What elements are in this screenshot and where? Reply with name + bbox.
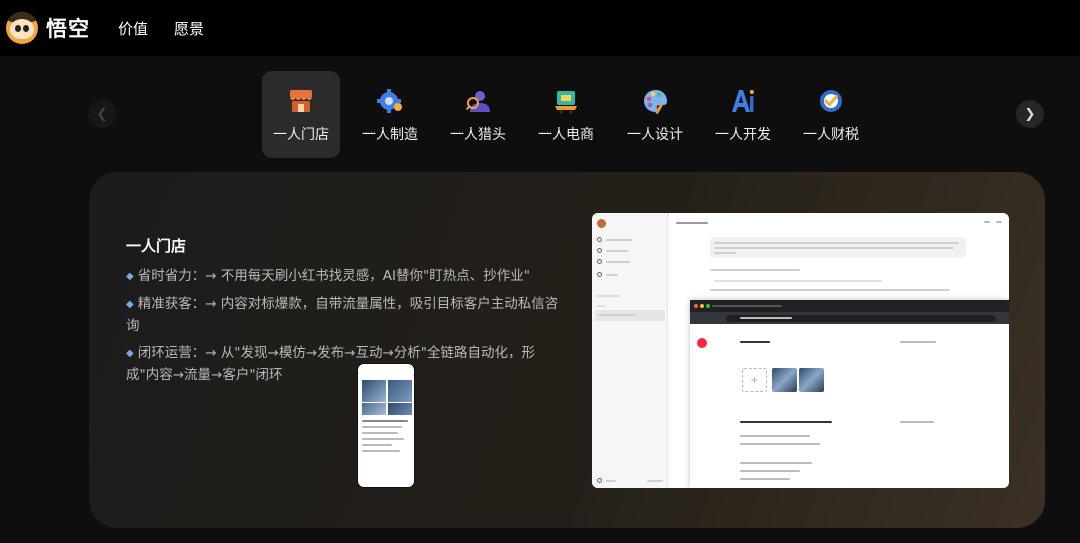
- tab-design[interactable]: 一人设计: [616, 71, 694, 158]
- tab-label: 一人开发: [715, 127, 771, 143]
- tab-development[interactable]: 一人开发: [704, 71, 782, 158]
- tab-label: 一人制造: [362, 127, 418, 143]
- mock-avatar: [597, 219, 606, 228]
- person-hunter-icon: [464, 87, 492, 115]
- detail-title: 一人门店: [126, 237, 187, 255]
- diamond-icon: ◆: [126, 348, 134, 359]
- tab-label: 一人设计: [627, 127, 683, 143]
- mock-phone-icon: [597, 259, 602, 264]
- shopping-cart-icon: [552, 87, 580, 115]
- chevron-right-icon[interactable]: ❯: [1016, 100, 1044, 128]
- bullet-text: 闭环运营：→ 从"发现→模仿→发布→互动→分析"全链路自动化，形成"内容→流量→…: [126, 345, 535, 383]
- chevron-left-icon[interactable]: ❮: [88, 100, 116, 128]
- mock-thumbnail: [799, 368, 824, 392]
- ai-icon: [729, 87, 757, 115]
- palette-icon: [641, 87, 669, 115]
- tab-finance-tax[interactable]: 一人财税: [792, 71, 870, 158]
- mock-phone-preview: [357, 363, 415, 488]
- mock-site-logo: [697, 338, 707, 348]
- nav-link-vision[interactable]: 愿景: [174, 18, 204, 39]
- bullet-text: 省时省力：→ 不用每天刷小红书找灵感，AI替你"盯热点、抄作业": [137, 268, 530, 284]
- nav-link-value[interactable]: 价值: [118, 18, 148, 39]
- tab-store[interactable]: 一人门店: [262, 71, 340, 158]
- mock-discover-icon: [597, 272, 602, 277]
- mock-clock-icon: [597, 248, 602, 253]
- detail-bullet: ◆ 省时省力：→ 不用每天刷小红书找灵感，AI替你"盯热点、抄作业": [126, 266, 566, 288]
- finance-check-icon: [817, 87, 845, 115]
- top-bar: 悟空 价值 愿景: [0, 0, 1080, 56]
- mock-settings-icon: [597, 478, 602, 483]
- tab-label: 一人猎头: [450, 127, 506, 143]
- mock-plus-icon: [597, 237, 602, 242]
- mock-add-image: +: [742, 368, 767, 392]
- detail-bullet: ◆ 闭环运营：→ 从"发现→模仿→发布→互动→分析"全链路自动化，形成"内容→流量…: [126, 343, 566, 386]
- diamond-icon: ◆: [126, 299, 134, 310]
- tab-label: 一人电商: [538, 127, 594, 143]
- bullet-text: 精准获客：→ 内容对标爆款，自带流量属性，吸引目标客户主动私信咨询: [126, 296, 559, 334]
- brand-name[interactable]: 悟空: [46, 13, 90, 43]
- tab-manufacture[interactable]: 一人制造: [351, 71, 429, 158]
- tab-label: 一人门店: [273, 127, 329, 143]
- gear-icon: [376, 87, 404, 115]
- mock-thumbnail: [772, 368, 797, 392]
- storefront-icon: [287, 87, 315, 115]
- tab-label: 一人财税: [803, 127, 859, 143]
- tab-headhunter[interactable]: 一人猎头: [439, 71, 517, 158]
- mock-sidebar: [592, 213, 668, 488]
- product-screenshot: +: [592, 213, 1009, 488]
- diamond-icon: ◆: [126, 271, 134, 282]
- detail-bullet: ◆ 精准获客：→ 内容对标爆款，自带流量属性，吸引目标客户主动私信咨询: [126, 294, 566, 337]
- logo-icon[interactable]: [6, 12, 38, 44]
- mock-browser-window: [690, 300, 1009, 488]
- tab-ecommerce[interactable]: 一人电商: [527, 71, 605, 158]
